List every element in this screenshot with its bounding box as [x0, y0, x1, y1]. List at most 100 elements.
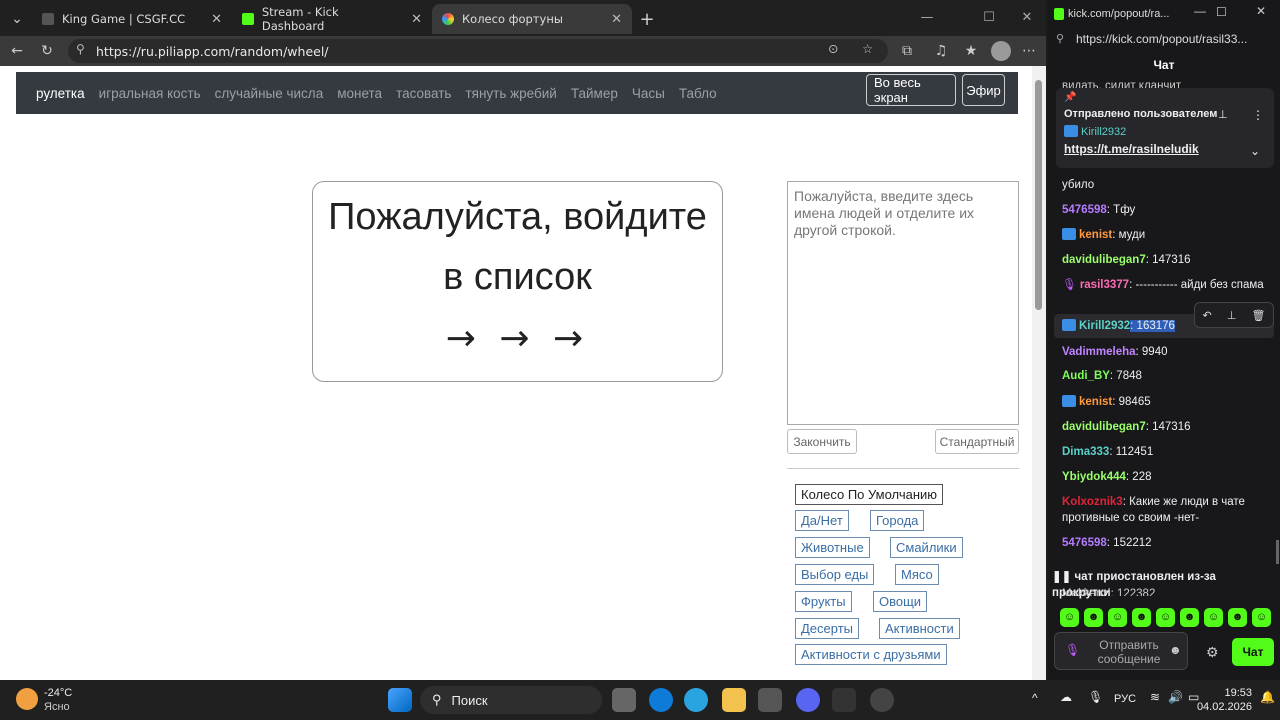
preset-desserts[interactable]: Десерты — [795, 618, 860, 639]
preset-default-wheel[interactable]: Колесо По Умолчанию — [795, 484, 944, 505]
reply-icon[interactable]: ↶ — [1203, 309, 1212, 322]
minimize-icon[interactable]: — — [912, 10, 942, 25]
notifications-icon[interactable]: 🔔 — [1260, 690, 1275, 704]
profile-avatar-icon[interactable] — [991, 41, 1011, 61]
preset-food[interactable]: Выбор еды — [795, 564, 875, 585]
wheel-placeholder[interactable]: Пожалуйста, войдите в список → → → — [312, 181, 723, 382]
chevron-up-icon[interactable]: ^ — [1032, 691, 1038, 705]
emote-icon[interactable]: ☺ — [1108, 608, 1127, 627]
site-info-icon[interactable]: ⚲ — [1056, 32, 1064, 45]
nav-random-numbers[interactable]: случайные числа — [215, 86, 324, 101]
weather-icon[interactable] — [16, 688, 38, 710]
emote-icon[interactable]: ☺ — [1060, 608, 1079, 627]
edge-icon[interactable] — [649, 688, 673, 712]
favorite-star-icon[interactable]: ☆ — [862, 41, 873, 56]
nav-roulette[interactable]: рулетка — [36, 86, 85, 101]
tab-wheel[interactable]: Колесо фортуны ✕ — [432, 4, 632, 34]
gear-icon[interactable]: ⚙ — [1206, 644, 1219, 661]
cloud-icon[interactable]: ☁ — [1060, 690, 1072, 704]
extensions-icon[interactable]: ⧉ — [896, 40, 918, 62]
more-menu-icon[interactable]: ⋯ — [1018, 40, 1040, 62]
obs-icon[interactable] — [870, 688, 894, 712]
preset-smileys[interactable]: Смайлики — [890, 537, 963, 558]
windows-start-icon[interactable] — [388, 688, 412, 712]
volume-icon[interactable]: 🔊 — [1168, 690, 1183, 704]
live-button[interactable]: Эфир — [962, 74, 1005, 106]
kebab-menu-icon[interactable]: ⋮ — [1252, 108, 1264, 122]
mic-icon[interactable]: 🎙 — [1088, 690, 1103, 704]
preset-activities[interactable]: Активности — [879, 618, 960, 639]
reader-icon[interactable]: ⊙ — [828, 41, 838, 56]
standard-button[interactable]: Стандартный — [935, 429, 1019, 454]
close-window-icon[interactable]: ✕ — [1256, 4, 1266, 18]
nav-clock[interactable]: Часы — [632, 86, 665, 101]
clock-time[interactable]: 19:53 — [1212, 687, 1252, 699]
chat-scrollbar[interactable] — [1276, 540, 1279, 564]
search-box[interactable]: ⚲ Поиск — [420, 686, 602, 714]
close-icon[interactable]: ✕ — [411, 12, 422, 27]
maximize-icon[interactable]: ☐ — [974, 10, 1004, 25]
chat-input[interactable]: 🎙 Отправить сообщение ☻ — [1054, 632, 1188, 670]
nav-shuffle[interactable]: тасовать — [396, 86, 451, 101]
nav-dice[interactable]: игральная кость — [99, 86, 201, 101]
preset-fruits[interactable]: Фрукты — [795, 591, 852, 612]
nav-coin[interactable]: монета — [337, 86, 382, 101]
emote-icon[interactable]: ☺ — [1156, 608, 1175, 627]
page-scroll-thumb[interactable] — [1035, 80, 1042, 310]
fullscreen-button[interactable]: Во весь экран — [866, 74, 956, 106]
wifi-icon[interactable]: ≋ — [1150, 690, 1160, 704]
refresh-icon[interactable]: ↻ — [36, 40, 58, 62]
names-textarea[interactable]: Пожалуйста, введите здесь имена людей и … — [787, 181, 1019, 425]
task-view-icon[interactable] — [612, 688, 636, 712]
new-tab-icon[interactable]: + — [636, 8, 658, 30]
pinned-link[interactable]: https://t.me/rasilneludik — [1064, 142, 1199, 156]
preset-yes-no[interactable]: Да/Нет — [795, 510, 849, 531]
pinned-message[interactable]: 📌 Отправлено пользователем Kirill2932 ht… — [1056, 88, 1274, 168]
split-screen-icon[interactable]: ♫ — [930, 40, 952, 62]
url-bar[interactable]: ⚲ https://ru.piliapp.com/random/wheel/ ⊙… — [68, 39, 888, 63]
tab-kick-dashboard[interactable]: Stream - Kick Dashboard ✕ — [232, 4, 432, 34]
finish-button[interactable]: Закончить — [787, 429, 857, 454]
language-indicator[interactable]: РУС — [1114, 693, 1136, 705]
nav-scoreboard[interactable]: Табло — [679, 86, 717, 101]
mic-icon[interactable]: 🎙 — [1065, 643, 1080, 657]
discord-icon[interactable] — [796, 688, 820, 712]
send-chat-button[interactable]: Чат — [1232, 638, 1274, 666]
unpin-icon[interactable]: ⊥ — [1218, 108, 1228, 121]
tab-king-game[interactable]: King Game | CSGF.CC ✕ — [32, 4, 232, 34]
minimize-icon[interactable]: — — [1194, 4, 1206, 18]
app-icon[interactable] — [832, 688, 856, 712]
clock-date[interactable]: 04.02.2026 — [1196, 701, 1252, 713]
preset-animals[interactable]: Животные — [795, 537, 870, 558]
emote-icon[interactable]: ☻ — [1132, 608, 1151, 627]
preset-vegetables[interactable]: Овощи — [873, 591, 928, 612]
store-icon[interactable] — [758, 688, 782, 712]
emote-icon[interactable]: ☺ — [1204, 608, 1223, 627]
delete-icon[interactable]: 🗑 — [1251, 309, 1265, 322]
emote-icon[interactable]: ☻ — [1228, 608, 1247, 627]
back-icon[interactable]: ← — [6, 40, 28, 62]
preset-meat[interactable]: Мясо — [895, 564, 939, 585]
emote-icon[interactable]: ☻ — [1084, 608, 1103, 627]
pin-icon[interactable]: ⊥ — [1227, 309, 1237, 322]
tab-menu-icon[interactable]: ⌄ — [6, 8, 28, 30]
emote-icon[interactable]: ☻ — [1180, 608, 1199, 627]
emote-icon[interactable]: ☺ — [1252, 608, 1271, 627]
chevron-down-icon[interactable]: ⌄ — [1250, 144, 1260, 158]
chat-paused-banner[interactable]: ❚❚ чат приостановлен из-за прокрутки — [1052, 569, 1264, 601]
close-icon[interactable]: ✕ — [211, 12, 222, 27]
nav-timer[interactable]: Таймер — [571, 86, 618, 101]
telegram-icon[interactable] — [684, 688, 708, 712]
emoji-icon[interactable]: ☻ — [1169, 643, 1182, 657]
site-info-icon[interactable]: ⚲ — [76, 42, 85, 56]
favorites-icon[interactable]: ★ — [960, 40, 982, 62]
close-window-icon[interactable]: ✕ — [1012, 10, 1042, 25]
maximize-icon[interactable]: ☐ — [1216, 5, 1227, 19]
nav-draw-lots[interactable]: тянуть жребий — [465, 86, 556, 101]
pinned-user[interactable]: Kirill2932 — [1081, 126, 1126, 138]
badge-icon — [1062, 319, 1076, 331]
preset-cities[interactable]: Города — [870, 510, 925, 531]
preset-friends-activities[interactable]: Активности с друзьями — [795, 644, 947, 665]
folder-icon[interactable] — [722, 688, 746, 712]
close-icon[interactable]: ✕ — [611, 12, 622, 27]
